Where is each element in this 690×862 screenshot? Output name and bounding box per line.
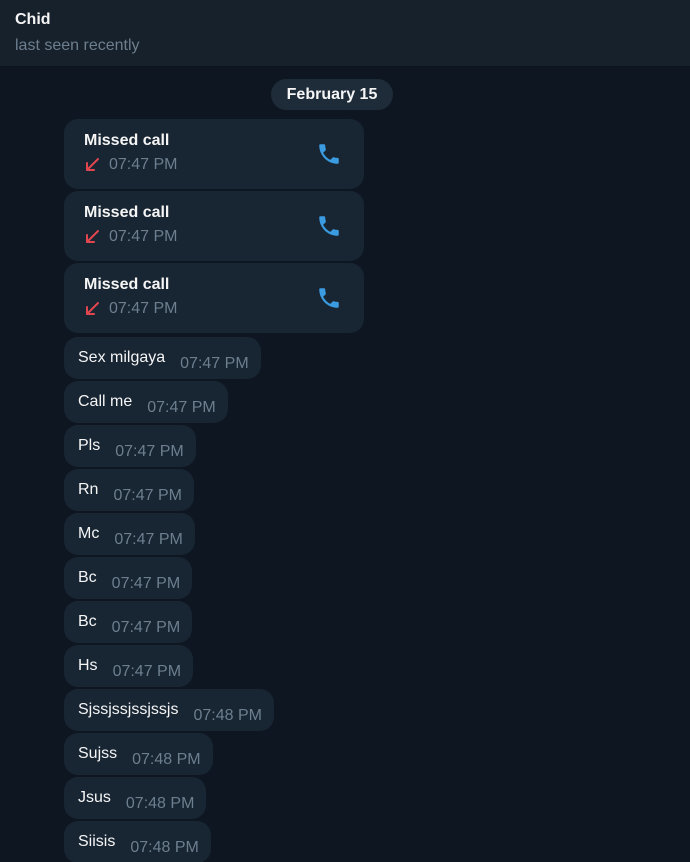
message-time: 07:48 PM	[132, 751, 201, 768]
call-time: 07:47 PM	[109, 300, 178, 317]
call-time: 07:47 PM	[109, 156, 178, 173]
message-time: 07:47 PM	[111, 575, 181, 592]
messages-column: Missed call 07:47 PM Missed call 07:47 P…	[64, 119, 364, 862]
message-text: Siisis	[78, 833, 116, 850]
missed-call-arrow-icon	[86, 230, 99, 243]
message-time: 07:47 PM	[113, 487, 182, 504]
message-time: 07:47 PM	[112, 663, 182, 680]
missed-call-arrow-icon	[86, 302, 99, 315]
message-time: 07:48 PM	[125, 795, 195, 812]
message-bubble[interactable]: Jsus 07:48 PM	[64, 777, 207, 819]
message-bubble[interactable]: Sjssjssjssjssjs 07:48 PM	[64, 689, 274, 731]
message-time: 07:47 PM	[111, 619, 181, 636]
message-text: Jsus	[78, 789, 111, 806]
message-bubble[interactable]: Siisis 07:48 PM	[64, 821, 211, 862]
chat-status: last seen recently	[15, 37, 140, 54]
message-time: 07:47 PM	[180, 355, 249, 372]
message-text: Sex milgaya	[78, 349, 166, 366]
phone-icon[interactable]	[316, 141, 342, 167]
message-text: Sjssjssjssjssjs	[78, 701, 179, 718]
missed-call-message[interactable]: Missed call 07:47 PM	[64, 119, 364, 189]
message-text: Rn	[78, 481, 99, 498]
message-bubble[interactable]: Mc 07:47 PM	[64, 513, 195, 555]
message-bubble[interactable]: Bc 07:47 PM	[64, 557, 193, 599]
message-bubble[interactable]: Hs 07:47 PM	[64, 645, 194, 687]
message-text: Bc	[78, 569, 97, 586]
message-text: Hs	[78, 657, 98, 674]
message-time: 07:48 PM	[130, 839, 199, 856]
chat-header[interactable]: Chid last seen recently	[0, 0, 690, 67]
chat-title[interactable]: Chid	[15, 10, 675, 30]
message-bubble[interactable]: Pls 07:47 PM	[64, 425, 196, 467]
message-text: Bc	[78, 613, 97, 630]
message-text: Call me	[78, 393, 133, 410]
missed-call-arrow-icon	[86, 158, 99, 171]
message-bubble[interactable]: Sujss 07:48 PM	[64, 733, 213, 775]
message-bubble[interactable]: Bc 07:47 PM	[64, 601, 193, 643]
message-text: Pls	[78, 437, 101, 454]
call-time: 07:47 PM	[109, 228, 178, 245]
phone-icon[interactable]	[316, 285, 342, 311]
message-text: Sujss	[78, 745, 118, 762]
message-time: 07:47 PM	[114, 531, 183, 548]
message-bubble[interactable]: Rn 07:47 PM	[64, 469, 194, 511]
message-text: Mc	[78, 525, 100, 542]
message-time: 07:47 PM	[147, 399, 216, 416]
missed-call-message[interactable]: Missed call 07:47 PM	[64, 191, 364, 261]
message-bubble[interactable]: Sex milgaya 07:47 PM	[64, 337, 261, 379]
phone-icon[interactable]	[316, 213, 342, 239]
message-time: 07:47 PM	[115, 443, 184, 460]
missed-call-message[interactable]: Missed call 07:47 PM	[64, 263, 364, 333]
message-time: 07:48 PM	[193, 707, 262, 724]
message-bubble[interactable]: Call me 07:47 PM	[64, 381, 228, 423]
date-separator: February 15	[271, 79, 393, 110]
message-list[interactable]: February 15 Missed call 07:47 PM Missed …	[0, 67, 690, 862]
